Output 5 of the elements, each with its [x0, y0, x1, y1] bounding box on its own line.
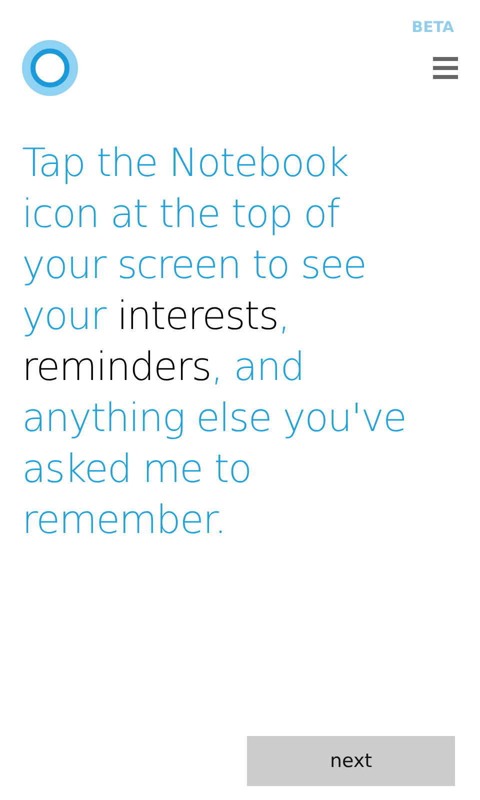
next-button[interactable]: next — [247, 736, 455, 786]
menu-icon[interactable] — [433, 57, 458, 79]
instruction-text: Tap the Notebook icon at the top of your screen to see your interests, reminders, and anything else you've asked me to remember. — [22, 140, 408, 545]
beta-label: BETA — [412, 18, 454, 36]
logo-icon — [22, 40, 78, 96]
